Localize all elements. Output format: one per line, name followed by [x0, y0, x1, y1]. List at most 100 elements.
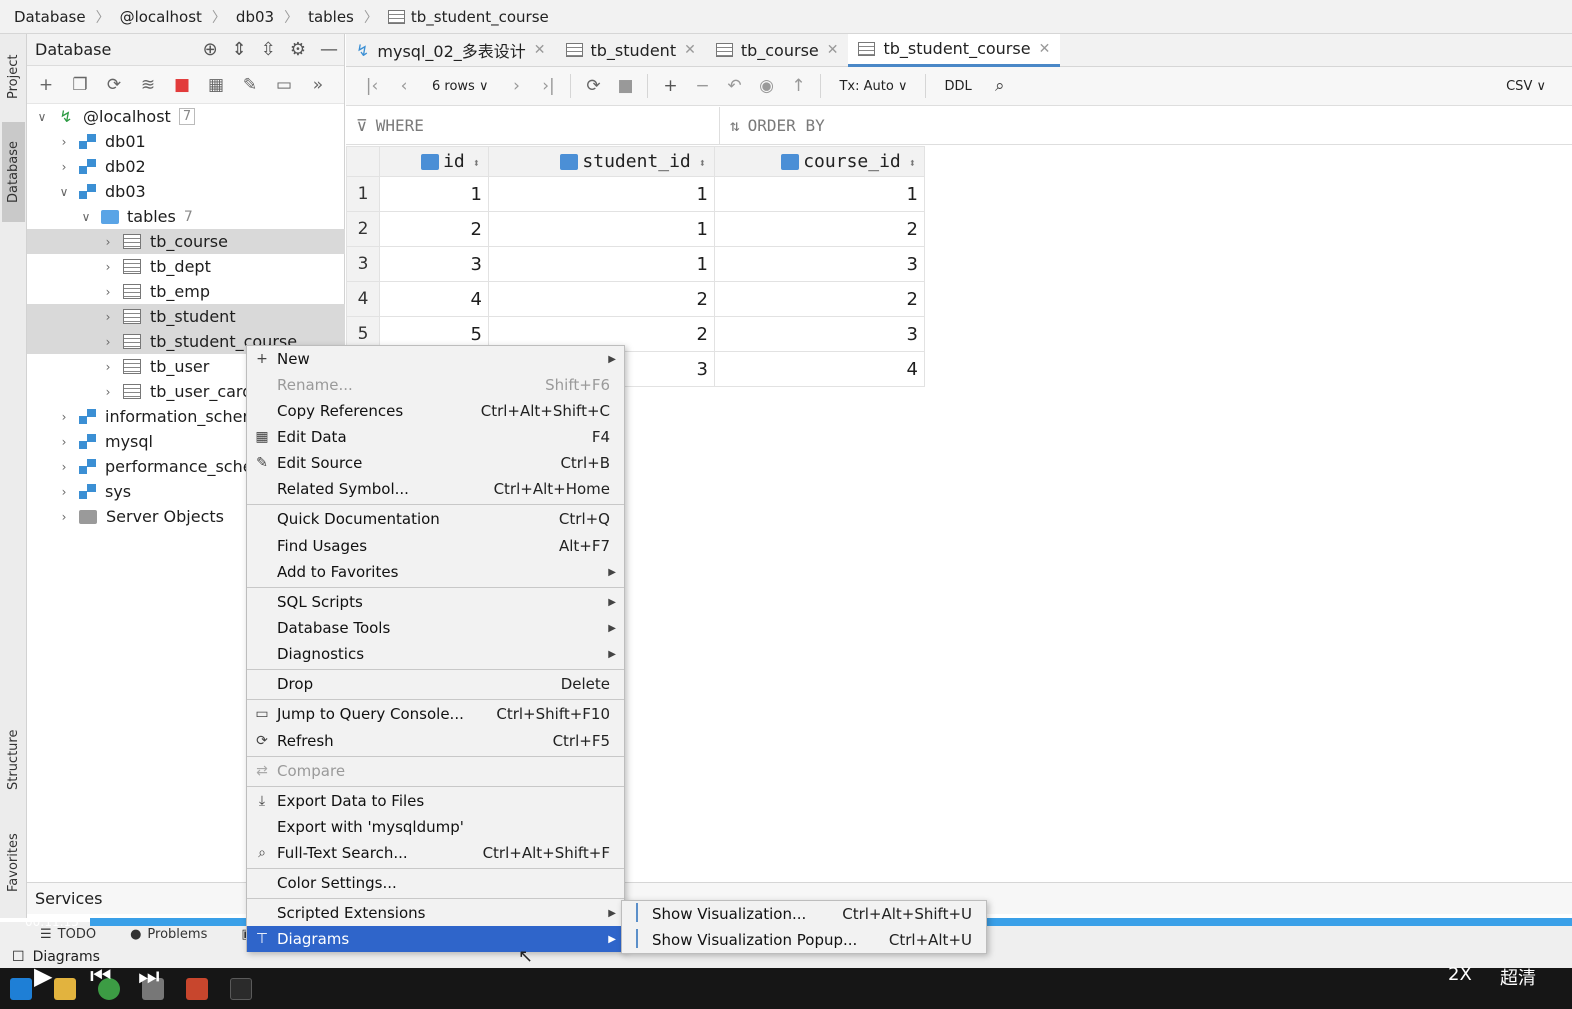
breadcrumb-db03[interactable]: db03 — [236, 8, 274, 26]
menu-item-add-to-favorites[interactable]: Add to Favorites ▶ — [247, 559, 624, 585]
play-icon[interactable]: ▶ — [34, 962, 52, 990]
column-header-course-id[interactable]: course_id ⬍ — [714, 146, 925, 177]
cell[interactable]: 1 — [379, 176, 489, 212]
transaction-mode-dropdown[interactable]: Tx: Auto ∨ — [839, 79, 907, 94]
ddl-button[interactable]: DDL — [944, 79, 971, 94]
menu-item-copy-references[interactable]: Copy References Ctrl+Alt+Shift+C — [247, 398, 624, 424]
file-explorer-icon[interactable] — [54, 978, 76, 1000]
cell[interactable]: 3 — [379, 246, 489, 282]
menu-item-quick-documentation[interactable]: Quick Documentation Ctrl+Q — [247, 506, 624, 532]
chevron-right-icon[interactable]: › — [57, 485, 71, 499]
rows-selector[interactable]: 6 rows ∨ — [432, 79, 488, 94]
minimize-icon[interactable]: — — [320, 39, 338, 60]
row-number[interactable]: 1 — [346, 176, 380, 212]
chevron-right-icon[interactable]: › — [57, 160, 71, 174]
close-icon[interactable]: ✕ — [684, 42, 696, 58]
chevron-right-icon[interactable]: › — [101, 235, 115, 249]
first-page-icon[interactable]: |‹ — [356, 76, 388, 96]
chevron-right-icon[interactable]: › — [57, 510, 71, 524]
table-row[interactable]: 3 3 1 3 — [346, 246, 925, 282]
expand-all-icon[interactable]: ⇕ — [232, 39, 247, 60]
tree-item-tb-course[interactable]: › tb_course — [27, 229, 345, 254]
menu-item-show-visualization-popup[interactable]: Show Visualization Popup... Ctrl+Alt+U — [622, 927, 986, 953]
menu-item-show-visualization[interactable]: Show Visualization... Ctrl+Alt+Shift+U — [622, 901, 986, 927]
next-page-icon[interactable]: › — [500, 76, 532, 96]
tab-tb-course[interactable]: tb_course ✕ — [706, 34, 849, 67]
layout-icon[interactable]: ☐ — [12, 949, 25, 965]
cell[interactable]: 2 — [488, 281, 715, 317]
menu-item-find-usages[interactable]: Find Usages Alt+F7 — [247, 533, 624, 559]
close-icon[interactable]: ✕ — [1039, 41, 1051, 57]
cell[interactable]: 2 — [714, 281, 925, 317]
copy-icon[interactable]: ❐ — [69, 74, 91, 96]
cell[interactable]: 1 — [488, 176, 715, 212]
tree-item-localhost[interactable]: ∨ ↯ @localhost 7 — [27, 104, 345, 129]
close-icon[interactable]: ✕ — [534, 42, 546, 58]
menu-item-sql-scripts[interactable]: SQL Scripts ▶ — [247, 589, 624, 615]
tab-project[interactable]: Project — [2, 40, 25, 114]
add-row-icon[interactable]: + — [654, 76, 686, 96]
delete-row-icon[interactable]: − — [686, 76, 718, 96]
last-page-icon[interactable]: ›| — [532, 76, 564, 96]
column-header-student-id[interactable]: student_id ⬍ — [488, 146, 715, 177]
tab-tb-student[interactable]: tb_student ✕ — [556, 34, 706, 67]
chevron-right-icon[interactable]: › — [101, 335, 115, 349]
table-row[interactable]: 4 4 2 2 — [346, 281, 925, 317]
menu-item-diagrams[interactable]: ⊤ Diagrams ▶ — [247, 926, 624, 952]
tree-item-db03[interactable]: ∨ db03 — [27, 179, 345, 204]
sort-icon[interactable]: ⬍ — [473, 156, 480, 170]
menu-item-full-text-search[interactable]: ⌕ Full-Text Search... Ctrl+Alt+Shift+F — [247, 840, 624, 866]
prev-page-icon[interactable]: ‹ — [388, 76, 420, 96]
previous-icon[interactable]: ⏮ — [90, 962, 112, 990]
view-icon[interactable]: ◉ — [750, 76, 782, 96]
next-icon[interactable]: ⏭ — [138, 962, 160, 990]
export-format-dropdown[interactable]: CSV ∨ — [1506, 79, 1546, 94]
tree-item-tb-dept[interactable]: › tb_dept — [27, 254, 345, 279]
chevron-right-icon[interactable]: › — [57, 460, 71, 474]
table-row[interactable]: 2 2 1 2 — [346, 211, 925, 247]
chevron-right-icon[interactable]: › — [101, 285, 115, 299]
menu-item-drop[interactable]: Drop Delete — [247, 671, 624, 697]
edit-icon[interactable]: ✎ — [239, 74, 261, 96]
search-icon[interactable]: ⌕ — [984, 76, 1016, 96]
tab-database[interactable]: Database — [2, 122, 25, 222]
sort-icon[interactable]: ⬍ — [699, 156, 706, 170]
menu-item-database-tools[interactable]: Database Tools ▶ — [247, 615, 624, 641]
order-by-filter[interactable]: ⇅ ORDER BY — [720, 107, 1572, 145]
tab-tb-student-course[interactable]: tb_student_course ✕ — [848, 33, 1061, 67]
tree-item-db01[interactable]: › db01 — [27, 129, 345, 154]
cell[interactable]: 1 — [714, 176, 925, 212]
chevron-right-icon[interactable]: › — [57, 410, 71, 424]
menu-item-export-mysqldump[interactable]: Export with 'mysqldump' — [247, 814, 624, 840]
problems-tool-button[interactable]: ● Problems — [130, 927, 207, 942]
chevron-right-icon[interactable]: › — [101, 310, 115, 324]
chevron-right-icon[interactable]: › — [57, 135, 71, 149]
tab-mysql-02[interactable]: ↯ mysql_02_多表设计 ✕ — [346, 34, 556, 67]
tab-structure[interactable]: Structure — [2, 714, 25, 806]
query-console-icon[interactable]: ▭ — [273, 74, 295, 96]
chevron-right-icon[interactable]: › — [101, 360, 115, 374]
menu-item-color-settings[interactable]: Color Settings... — [247, 870, 624, 896]
cell[interactable]: 1 — [488, 246, 715, 282]
stop-icon[interactable]: ■ — [609, 76, 641, 96]
collapse-all-icon[interactable]: ⇳ — [261, 39, 276, 60]
menu-item-export-data[interactable]: ⤓ Export Data to Files — [247, 788, 624, 814]
powerpoint-icon[interactable] — [186, 978, 208, 1000]
tree-item-tables[interactable]: ∨ tables 7 — [27, 204, 345, 229]
cell[interactable]: 3 — [714, 246, 925, 282]
refresh-icon[interactable]: ⟳ — [577, 76, 609, 96]
sort-icon[interactable]: ⬍ — [909, 156, 916, 170]
cell[interactable]: 4 — [714, 351, 925, 387]
breadcrumb-tables[interactable]: tables — [308, 8, 354, 26]
menu-item-edit-data[interactable]: ▦ Edit Data F4 — [247, 424, 624, 450]
submit-icon[interactable]: ↑ — [782, 76, 814, 96]
speed-button[interactable]: 2X — [1448, 964, 1472, 985]
menu-item-edit-source[interactable]: ✎ Edit Source Ctrl+B — [247, 450, 624, 476]
table-row[interactable]: 1 1 1 1 — [346, 176, 925, 212]
target-icon[interactable]: ⊕ — [203, 39, 218, 60]
menu-item-new[interactable]: + New ▶ — [247, 346, 624, 372]
menu-item-refresh[interactable]: ⟳ Refresh Ctrl+F5 — [247, 728, 624, 754]
breadcrumb-database[interactable]: Database — [14, 8, 86, 26]
menu-item-diagnostics[interactable]: Diagnostics ▶ — [247, 641, 624, 667]
chevron-right-icon[interactable]: › — [101, 260, 115, 274]
